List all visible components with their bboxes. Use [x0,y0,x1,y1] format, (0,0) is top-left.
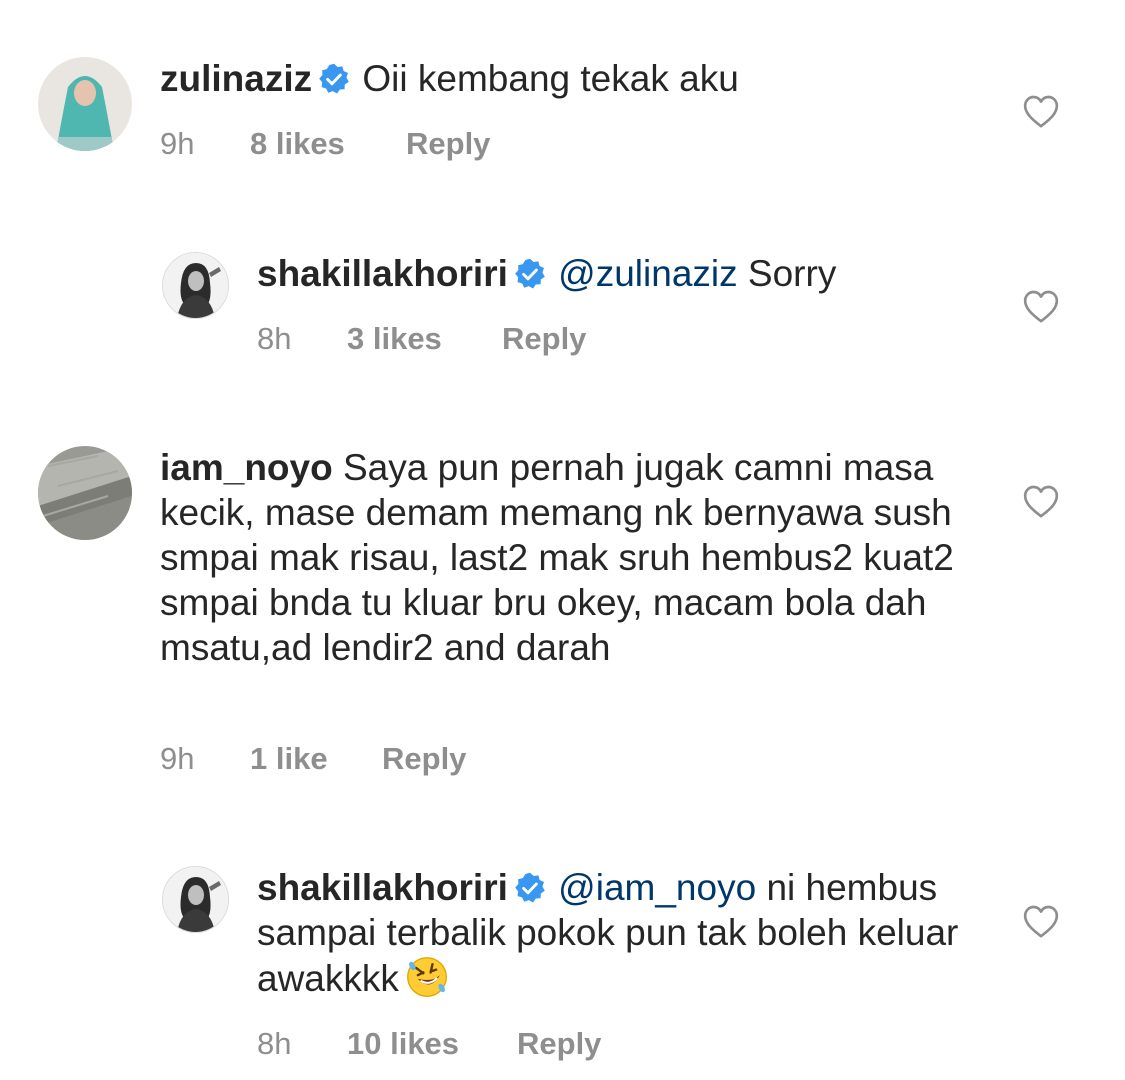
comment-body: iam_noyo Saya pun pernah jugak camni mas… [160,445,960,670]
timestamp: 8h [257,1026,292,1061]
timestamp: 8h [257,321,292,356]
heart-outline-icon[interactable] [1021,482,1061,522]
likes-count[interactable]: 10 likes [347,1026,517,1062]
mention-link[interactable]: @iam_noyo [558,867,756,908]
comment-text: Sorry [747,253,837,294]
reply-button[interactable]: Reply [406,126,490,162]
verified-badge-icon [515,872,545,903]
username[interactable]: zulinaziz [160,58,312,99]
avatar[interactable] [162,252,229,319]
comment-meta: 8h 10 likes Reply [257,1026,601,1062]
heart-outline-icon[interactable] [1021,287,1061,327]
reply-button[interactable]: Reply [517,1026,601,1062]
avatar[interactable] [38,446,132,540]
heart-outline-icon[interactable] [1021,92,1061,132]
comment-meta: 9h 1 like Reply [160,741,466,777]
avatar[interactable] [38,57,132,151]
username[interactable]: iam_noyo [160,447,333,488]
verified-badge-icon [319,63,349,94]
likes-count[interactable]: 3 likes [347,321,502,357]
username[interactable]: shakillakhoriri [257,253,508,294]
comment-meta: 9h 8 likes Reply [160,126,490,162]
comment-body: shakillakhoriri @iam_noyo ni hembus samp… [257,865,977,1001]
comment-text: Oii kembang tekak aku [362,58,739,99]
comment-body: shakillakhoriri @zulinaziz Sorry [257,251,957,296]
rolling-on-floor-laughing-icon [406,957,447,997]
likes-count[interactable]: 1 like [250,741,382,777]
timestamp: 9h [160,126,195,161]
likes-count[interactable]: 8 likes [250,126,406,162]
comment-meta: 8h 3 likes Reply [257,321,586,357]
avatar[interactable] [162,866,229,933]
reply-button[interactable]: Reply [502,321,586,357]
reply-button[interactable]: Reply [382,741,466,777]
comment-body: zulinaziz Oii kembang tekak aku [160,56,960,101]
heart-outline-icon[interactable] [1021,902,1061,942]
verified-badge-icon [515,258,545,289]
mention-link[interactable]: @zulinaziz [558,253,737,294]
username[interactable]: shakillakhoriri [257,867,508,908]
timestamp: 9h [160,741,195,776]
